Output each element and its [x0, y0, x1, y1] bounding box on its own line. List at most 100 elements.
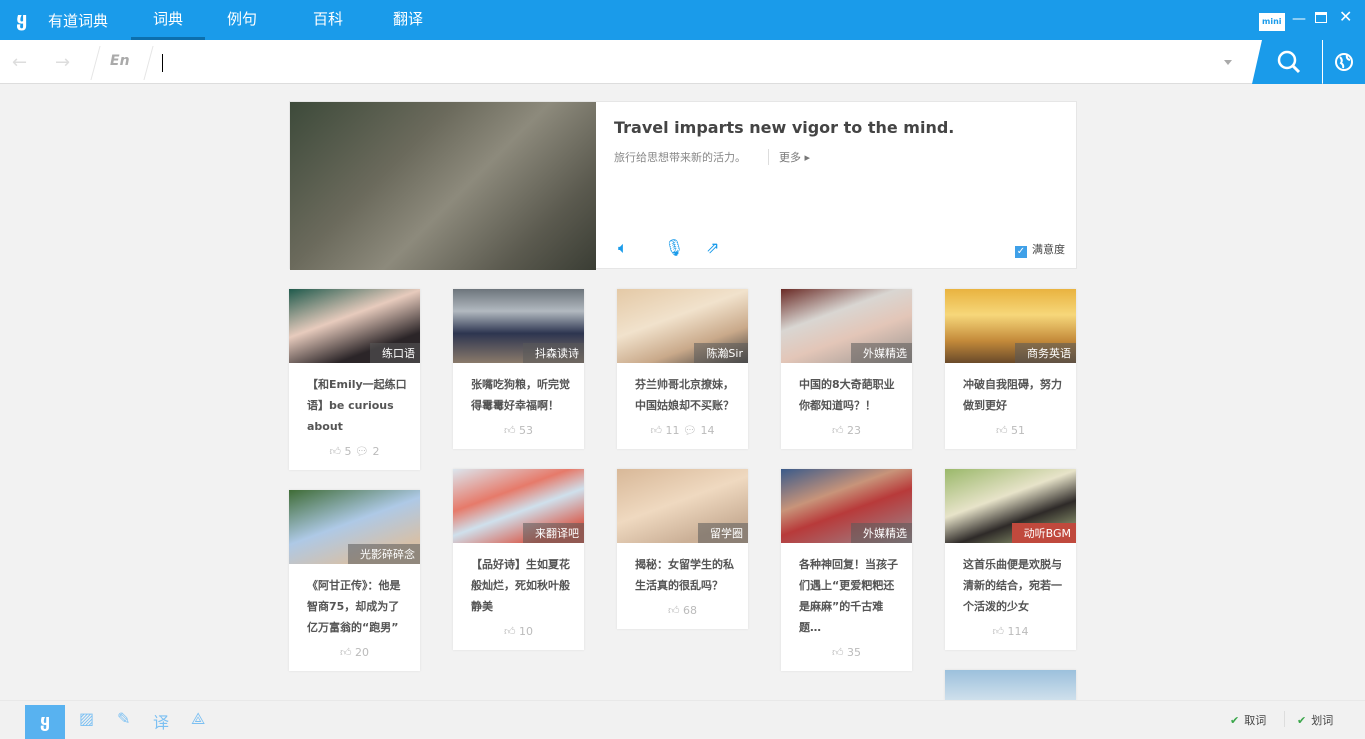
mini-mode-button[interactable]: mini — [1259, 13, 1285, 31]
search-button[interactable] — [1252, 40, 1322, 84]
network-icon[interactable]: ⟁ — [191, 709, 205, 729]
article-title: 揭秘：女留学生的私生活真的很乱吗？ — [635, 558, 734, 592]
category-tag: 抖森读诗 — [523, 343, 584, 363]
article-title: 各种神回复！当孩子们遇上“更爱粑粑还是麻麻”的千古难题… — [799, 558, 898, 634]
comment-count: 2 — [372, 445, 380, 458]
like-count: 53 — [519, 424, 533, 437]
article-thumbnail: 商务英语 — [945, 289, 1076, 363]
article-thumbnail: 陈瀚Sir — [617, 289, 748, 363]
tab-examples[interactable]: 例句 — [205, 0, 279, 40]
select-word-label: 划词 — [1311, 714, 1334, 727]
bottom-toolbar: ყ ▨ ✎ 译 ⟁ ✔ 取词 ✔ 划词 — [0, 700, 1365, 739]
microphone-icon[interactable]: 🎙︎ — [664, 238, 684, 257]
article-thumbnail: 练口语 — [289, 289, 420, 363]
language-selector[interactable]: En — [110, 53, 130, 69]
youdao-logo-icon: ყ — [16, 7, 28, 31]
article-card[interactable]: 商务英语 冲破自我阻碍，努力做到更好 👍︎ 51 — [945, 289, 1076, 449]
category-tag: 外媒精选 — [851, 523, 912, 543]
comment-count: 14 — [700, 424, 715, 437]
globe-icon — [1335, 53, 1353, 71]
translate-icon[interactable]: 译 — [153, 709, 169, 733]
comment-icon: 💬︎ — [683, 424, 697, 437]
app-name: 有道词典 — [48, 12, 109, 30]
article-card[interactable] — [945, 670, 1076, 700]
divider — [90, 46, 101, 80]
maximize-icon[interactable] — [1315, 12, 1327, 23]
card-column: 外媒精选 中国的8大奇葩职业你都知道吗？！ 👍︎ 23 外媒精选 各种神回复！当孩… — [781, 289, 912, 671]
tab-translate[interactable]: 翻译 — [371, 0, 445, 40]
category-tag: 动听BGM — [1011, 523, 1076, 543]
close-icon[interactable]: ✕ — [1339, 9, 1352, 25]
tab-dictionary[interactable]: 词典 — [131, 0, 205, 40]
daily-sentence-image[interactable] — [290, 102, 596, 270]
more-link[interactable]: 更多 ▸ — [768, 149, 810, 165]
like-count: 35 — [847, 646, 861, 659]
like-count: 68 — [683, 604, 697, 617]
search-input[interactable] — [162, 54, 163, 72]
dictionary-mode-icon[interactable]: ყ — [25, 705, 65, 739]
article-card[interactable]: 抖森读诗 张嘴吃狗粮，听完觉得霉霉好幸福啊！ 👍︎ 53 — [453, 289, 584, 449]
article-stats: 👍︎ 11 💬︎ 14 — [617, 416, 748, 449]
article-thumbnail: 外媒精选 — [781, 469, 912, 543]
article-card[interactable]: 动听BGM 这首乐曲便是欢脱与清新的结合，宛若一个活泼的少女 👍︎ 114 — [945, 469, 1076, 650]
category-tag: 陈瀚Sir — [694, 343, 748, 363]
capture-word-toggle[interactable]: ✔ 取词 — [1230, 712, 1266, 728]
check-icon: ✔ — [1230, 714, 1240, 727]
thumbs-up-icon: 👍︎ — [668, 604, 680, 617]
article-card[interactable]: 来翻译吧 【品好诗】生如夏花般灿烂，死如秋叶般静美 👍︎ 10 — [453, 469, 584, 650]
article-stats: 👍︎ 114 — [945, 617, 1076, 650]
comment-icon: 💬︎ — [355, 445, 369, 458]
article-thumbnail: 外媒精选 — [781, 289, 912, 363]
note-icon[interactable]: ✎ — [117, 709, 130, 728]
thumbs-up-icon: 👍︎ — [996, 424, 1008, 437]
thumbs-up-icon: 👍︎ — [832, 646, 844, 659]
article-stats: 👍︎ 51 — [945, 416, 1076, 449]
thumbs-up-icon: 👍︎ — [832, 424, 844, 437]
article-stats: 👍︎ 10 — [453, 617, 584, 650]
category-tag: 外媒精选 — [851, 343, 912, 363]
capture-word-label: 取词 — [1244, 714, 1267, 727]
forward-arrow-icon[interactable]: → — [55, 52, 70, 73]
share-icon[interactable]: ⇗ — [706, 238, 719, 257]
thumbs-up-icon: 👍︎ — [329, 445, 342, 458]
divider — [1284, 711, 1285, 727]
like-count: 11 — [665, 424, 680, 437]
article-card[interactable]: 练口语 【和Emily一起练口语】be curious about 👍︎ 5 💬… — [289, 289, 420, 470]
web-search-button[interactable] — [1323, 40, 1365, 84]
speaker-icon[interactable]: 🔈︎ — [618, 238, 628, 258]
thumbs-up-icon: 👍︎ — [650, 424, 663, 437]
thumbs-up-icon: 👍︎ — [504, 424, 516, 437]
like-count: 20 — [355, 646, 369, 659]
thumbs-up-icon: 👍︎ — [504, 625, 516, 638]
daily-sentence-card: Travel imparts new vigor to the mind. 旅行… — [289, 101, 1077, 270]
article-card[interactable]: 留学圈 揭秘：女留学生的私生活真的很乱吗？ 👍︎ 68 — [617, 469, 748, 629]
article-title: 张嘴吃狗粮，听完觉得霉霉好幸福啊！ — [471, 378, 570, 412]
check-icon: ✔ — [1297, 714, 1307, 727]
like-count: 51 — [1011, 424, 1025, 437]
history-dropdown-icon[interactable] — [1224, 60, 1232, 69]
select-word-toggle[interactable]: ✔ 划词 — [1297, 712, 1333, 728]
article-card[interactable]: 陈瀚Sir 芬兰帅哥北京撩妹，中国姑娘却不买账？ 👍︎ 11 💬︎ 14 — [617, 289, 748, 449]
card-column: 抖森读诗 张嘴吃狗粮，听完觉得霉霉好幸福啊！ 👍︎ 53 来翻译吧 【品好诗】生如… — [453, 289, 584, 650]
article-thumbnail: 留学圈 — [617, 469, 748, 543]
like-count: 5 — [344, 445, 352, 458]
title-bar: ყ 有道词典 词典 例句 百科 翻译 mini — ✕ — [0, 0, 1365, 40]
article-stats: 👍︎ 23 — [781, 416, 912, 449]
tab-encyclopedia[interactable]: 百科 — [291, 0, 365, 40]
category-tag: 来翻译吧 — [523, 523, 584, 543]
article-stats: 👍︎ 5 💬︎ 2 — [289, 437, 420, 470]
article-card[interactable]: 外媒精选 各种神回复！当孩子们遇上“更爱粑粑还是麻麻”的千古难题… 👍︎ 35 — [781, 469, 912, 671]
image-translate-icon[interactable]: ▨ — [79, 709, 94, 728]
back-arrow-icon[interactable]: ← — [12, 52, 27, 73]
article-card[interactable]: 外媒精选 中国的8大奇葩职业你都知道吗？！ 👍︎ 23 — [781, 289, 912, 449]
satisfaction-checkbox[interactable]: ✓ 满意度 — [1015, 241, 1065, 258]
article-stats: 👍︎ 53 — [453, 416, 584, 449]
article-title: 《阿甘正传》：他是智商75，却成为了亿万富翁的“跑男” — [307, 579, 401, 634]
thumbs-up-icon: 👍︎ — [340, 646, 352, 659]
minimize-icon[interactable]: — — [1292, 11, 1306, 27]
search-icon — [1277, 50, 1301, 74]
article-stats: 👍︎ 20 — [289, 638, 420, 671]
article-thumbnail: 动听BGM — [945, 469, 1076, 543]
thumbs-up-icon: 👍︎ — [992, 625, 1005, 638]
article-card[interactable]: 光影碎碎念 《阿甘正传》：他是智商75，却成为了亿万富翁的“跑男” 👍︎ 20 — [289, 490, 420, 671]
